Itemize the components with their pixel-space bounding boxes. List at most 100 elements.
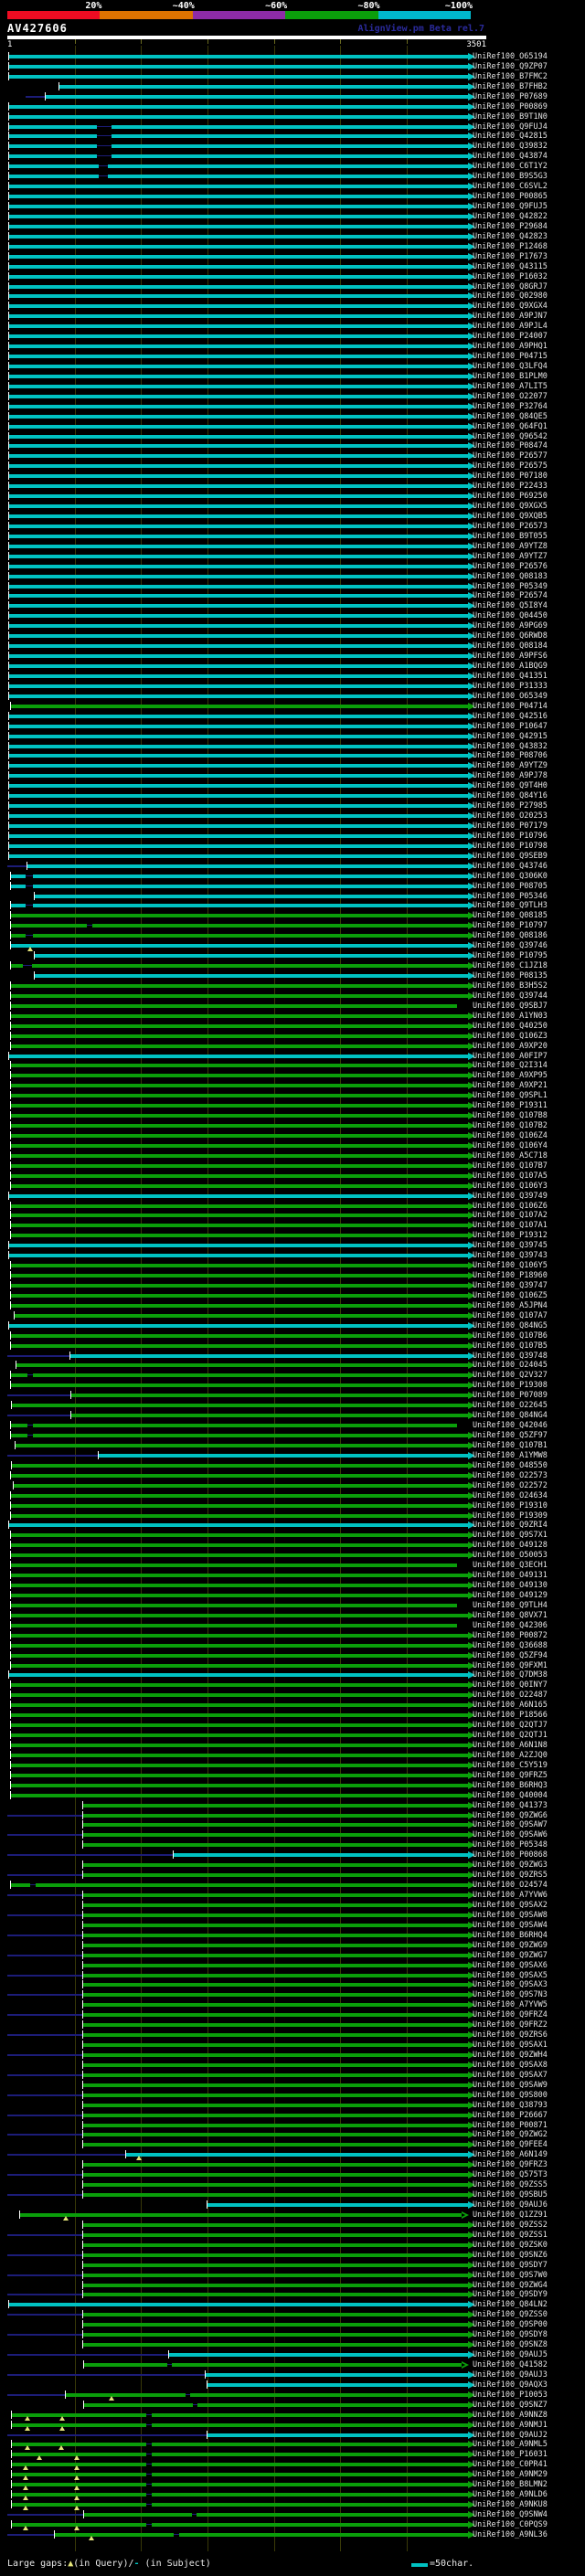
hit-label[interactable]: UniRef100_P08705 xyxy=(473,882,548,891)
hit-bar[interactable] xyxy=(9,684,468,688)
hit-bar[interactable] xyxy=(11,1064,468,1067)
hit-bar[interactable] xyxy=(83,2193,468,2197)
hit-label[interactable]: UniRef100_P26667 xyxy=(473,2111,548,2120)
hit-bar[interactable] xyxy=(83,2163,468,2167)
hit-label[interactable]: UniRef100_Q9ZP07 xyxy=(473,62,548,71)
hit-bar[interactable] xyxy=(9,555,468,558)
hit-label[interactable]: UniRef100_Q43874 xyxy=(473,152,548,161)
hit-bar[interactable] xyxy=(11,1574,468,1577)
hit-bar[interactable] xyxy=(11,914,468,917)
hit-bar[interactable] xyxy=(11,924,468,928)
hit-bar[interactable] xyxy=(11,1304,468,1308)
hit-label[interactable]: UniRef100_P29684 xyxy=(473,222,548,231)
hit-label[interactable]: UniRef100_Q106Y4 xyxy=(473,1141,548,1150)
hit-label[interactable]: UniRef100_P26576 xyxy=(473,562,548,571)
hit-bar[interactable] xyxy=(11,1634,468,1638)
hit-label[interactable]: UniRef100_P27985 xyxy=(473,801,548,811)
hit-label[interactable]: UniRef100_O65194 xyxy=(473,52,548,61)
hit-bar[interactable] xyxy=(11,1543,468,1547)
hit-label[interactable]: UniRef100_Q2QTJ1 xyxy=(473,1731,548,1740)
hit-bar[interactable] xyxy=(9,444,468,448)
hit-label[interactable]: UniRef100_A9YTZ7 xyxy=(473,552,548,561)
hit-label[interactable]: UniRef100_Q107A1 xyxy=(473,1221,548,1230)
hit-label[interactable]: UniRef100_C1JZ18 xyxy=(473,961,548,970)
hit-bar[interactable] xyxy=(11,964,468,968)
hit-bar[interactable] xyxy=(11,1094,468,1097)
hit-bar[interactable] xyxy=(12,2423,468,2427)
hit-bar[interactable] xyxy=(59,85,468,89)
hit-label[interactable]: UniRef100_Q306K0 xyxy=(473,872,548,881)
hit-bar[interactable] xyxy=(11,1533,468,1537)
hit-bar[interactable] xyxy=(35,954,468,958)
hit-label[interactable]: UniRef100_Q3LFQ4 xyxy=(473,362,548,371)
hit-label[interactable]: UniRef100_P00871 xyxy=(473,2121,548,2130)
hit-bar[interactable] xyxy=(83,1903,468,1907)
hit-bar[interactable] xyxy=(11,1754,468,1757)
hit-label[interactable]: UniRef100_P69250 xyxy=(473,492,548,501)
hit-label[interactable]: UniRef100_O20253 xyxy=(473,811,548,821)
hit-bar[interactable] xyxy=(11,1794,468,1797)
hit-label[interactable]: UniRef100_Q5ZF97 xyxy=(473,1431,548,1440)
hit-bar[interactable] xyxy=(11,1383,468,1387)
hit-label[interactable]: UniRef100_Q9SDY8 xyxy=(473,2330,548,2339)
hit-label[interactable]: UniRef100_Q9XGX5 xyxy=(473,502,548,511)
hit-label[interactable]: UniRef100_Q9AUJ2 xyxy=(473,2431,548,2440)
hit-bar[interactable] xyxy=(11,1284,468,1288)
hit-label[interactable]: UniRef100_Q107B1 xyxy=(473,1441,548,1450)
hit-label[interactable]: UniRef100_Q2I314 xyxy=(473,1061,548,1070)
hit-bar[interactable] xyxy=(12,2463,468,2466)
hit-label[interactable]: UniRef100_Q9ZRS6 xyxy=(473,2030,548,2040)
hit-bar[interactable] xyxy=(11,1494,468,1498)
hit-label[interactable]: UniRef100_Q9SAW7 xyxy=(473,1820,548,1829)
hit-label[interactable]: UniRef100_O22572 xyxy=(473,1481,548,1490)
hit-bar[interactable] xyxy=(9,1673,468,1677)
hit-bar[interactable] xyxy=(83,2003,468,2007)
hit-bar[interactable] xyxy=(70,1354,468,1358)
hit-label[interactable]: UniRef100_O65349 xyxy=(473,692,548,701)
hit-label[interactable]: UniRef100_Q9SAX5 xyxy=(473,1971,548,1980)
hit-bar[interactable] xyxy=(11,1294,468,1298)
hit-label[interactable]: UniRef100_Q9SBU5 xyxy=(473,2190,548,2200)
hit-label[interactable]: UniRef100_B1PLM0 xyxy=(473,372,548,381)
hit-bar[interactable] xyxy=(11,1174,468,1178)
hit-bar[interactable] xyxy=(9,824,468,828)
hit-label[interactable]: UniRef100_Q9TLH3 xyxy=(473,901,548,910)
hit-label[interactable]: UniRef100_Q9FUJ5 xyxy=(473,202,548,211)
hit-bar[interactable] xyxy=(9,1194,468,1198)
hit-label[interactable]: UniRef100_P00865 xyxy=(473,192,548,201)
hit-label[interactable]: UniRef100_B8LMN2 xyxy=(473,2480,548,2489)
hit-bar[interactable] xyxy=(83,1954,468,1957)
hit-label[interactable]: UniRef100_Q9ZSS0 xyxy=(473,2310,548,2319)
hit-label[interactable]: UniRef100_Q107A5 xyxy=(473,1171,548,1181)
hit-bar[interactable] xyxy=(11,1784,468,1787)
hit-label[interactable]: UniRef100_B3H5S2 xyxy=(473,981,548,991)
hit-bar[interactable] xyxy=(9,494,468,498)
hit-label[interactable]: UniRef100_Q107B2 xyxy=(473,1121,548,1130)
hit-label[interactable]: UniRef100_Q9ZWG3 xyxy=(473,1860,548,1870)
hit-bar[interactable] xyxy=(83,2114,468,2117)
hit-bar[interactable] xyxy=(11,1774,468,1777)
hit-label[interactable]: UniRef100_Q106Y3 xyxy=(473,1182,548,1191)
hit-bar[interactable] xyxy=(11,1154,468,1158)
hit-bar[interactable] xyxy=(9,245,468,249)
hit-label[interactable]: UniRef100_Q84QE5 xyxy=(473,412,548,421)
hit-label[interactable]: UniRef100_Q42046 xyxy=(473,1421,548,1430)
hit-bar[interactable] xyxy=(83,2333,468,2337)
hit-label[interactable]: UniRef100_Q9SNZ8 xyxy=(473,2340,548,2349)
hit-label[interactable]: UniRef100_Q7DM38 xyxy=(473,1670,548,1680)
hit-label[interactable]: UniRef100_Q8GRJ7 xyxy=(473,282,548,292)
hit-bar[interactable] xyxy=(11,904,468,907)
hit-label[interactable]: UniRef100_O24634 xyxy=(473,1491,548,1500)
hit-label[interactable]: UniRef100_P10798 xyxy=(473,842,548,851)
hit-label[interactable]: UniRef100_Q9SNZ6 xyxy=(473,2251,548,2260)
hit-bar[interactable] xyxy=(11,984,468,988)
hit-bar[interactable] xyxy=(9,294,468,298)
hit-label[interactable]: UniRef100_B9S5G3 xyxy=(473,172,548,181)
hit-label[interactable]: UniRef100_C6T1Y2 xyxy=(473,162,548,171)
hit-label[interactable]: UniRef100_Q9ZRI4 xyxy=(473,1521,548,1530)
hit-label[interactable]: UniRef100_P05348 xyxy=(473,1840,548,1850)
hit-label[interactable]: UniRef100_B9T055 xyxy=(473,532,548,541)
hit-label[interactable]: UniRef100_P32764 xyxy=(473,402,548,411)
hit-label[interactable]: UniRef100_Q107A7 xyxy=(473,1311,548,1320)
hit-bar[interactable] xyxy=(9,464,468,468)
